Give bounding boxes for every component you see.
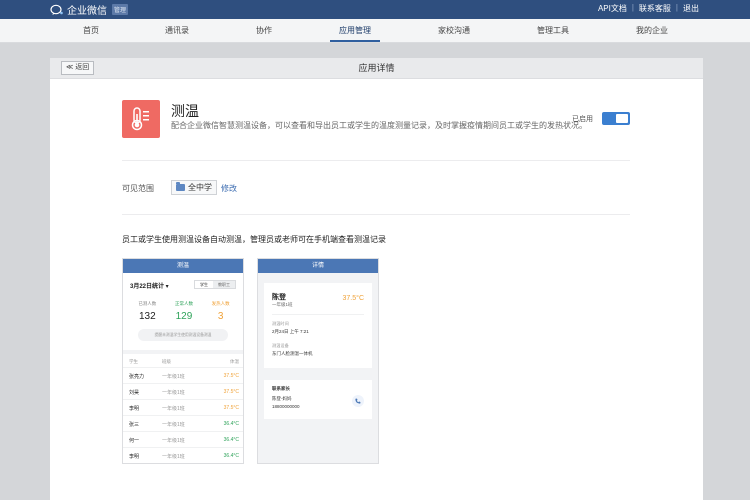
stat-value: 129 [175,311,193,322]
contact-card: 联系家长 陈登-妈妈 18800000000 [264,380,372,419]
enabled-label: 已启用 [572,116,593,123]
divider [272,314,364,315]
student-class: 一年级1班 [162,438,185,444]
column-header: 体温 [230,359,239,364]
logout-link[interactable]: 退出 [678,3,704,14]
edit-scope-link[interactable]: 修改 [221,183,237,194]
stat-fever: 发热人数 3 [202,301,238,322]
student-name: 刘昊 [129,390,140,396]
top-bar: 企业微信 管理 API文档 | 联系客服 | 退出 [0,0,750,19]
app-description: 配合企业微信智慧测温设备，可以查看和导出员工或学生的温度测量记录，及时掌握疫情期… [171,121,587,130]
student-class: 一年级1班 [162,406,185,412]
main-nav: 首页 通讯录 协作 应用管理 家校沟通 管理工具 我的企业 [0,19,750,43]
person-name: 陈登 [272,294,286,301]
preview-list-screen: 测温 3月22日统计 ▾ 学生 教职工 已测人数 132 正常人数 129 发热… [122,258,244,464]
divider [122,214,630,215]
stat-label: 已测人数 [138,301,157,306]
phone-title-bar: 详情 [258,259,378,273]
student-class: 一年级1班 [162,374,185,380]
stat-normal: 正常人数 129 [166,301,202,322]
visible-scope-label: 可见范围 [122,184,154,193]
temperature-value: 37.5°C [342,295,364,302]
top-links: API文档 | 联系客服 | 退出 [593,3,704,14]
scope-chip-label: 全中学 [188,183,212,192]
divider [122,160,630,161]
student-class: 一年级1班 [162,390,185,396]
phone-title-bar: 测温 [123,259,243,273]
logo-text: 企业微信 [67,6,107,17]
nav-app-management[interactable]: 应用管理 [325,19,385,43]
student-class: 一年级1班 [162,454,185,460]
nav-home[interactable]: 首页 [61,19,121,43]
student-name: 李明 [129,454,140,460]
detail-card: 陈登 一年级1班 37.5°C 测温时间 2月24日 上午 7:21 测温设备 … [264,283,372,368]
contact-support-link[interactable]: 联系客服 [634,3,676,14]
segment-control: 学生 教职工 [194,280,236,289]
back-button[interactable]: ≪ 返回 [61,61,95,75]
student-class: 一年级1班 [162,422,185,428]
student-name: 张三 [129,422,140,428]
student-name: 张亮力 [129,374,145,380]
student-temperature: 36.4°C [223,453,239,459]
student-temperature: 36.4°C [223,437,239,443]
stat-label: 正常人数 [174,301,193,306]
folder-icon [176,182,185,191]
stat-measured: 已测人数 132 [129,301,165,322]
column-header: 学生 [129,359,138,364]
date-selector: 3月22日统计 ▾ [130,284,169,290]
nav-contacts[interactable]: 通讯录 [147,19,207,43]
student-name: 何一 [129,438,140,444]
table-header: 学生 班级 体温 [123,357,243,367]
panel-header: 应用详情 ≪ 返回 [50,58,703,79]
section-separator [123,350,243,354]
person-class: 一年级1班 [272,302,293,307]
table-row: 张三 一年级1班 36.4°C [123,415,243,431]
nav-collaboration[interactable]: 协作 [234,19,294,43]
table-row: 李明 一年级1班 36.4°C [123,447,243,463]
preview-detail-screen: 详情 陈登 一年级1班 37.5°C 测温时间 2月24日 上午 7:21 测温… [257,258,379,464]
contact-title: 联系家长 [272,386,290,391]
time-value: 2月24日 上午 7:21 [272,329,309,334]
app-detail-panel: 测温 配合企业微信智慧测温设备，可以查看和导出员工或学生的温度测量记录，及时掌握… [50,79,703,500]
stat-label: 发热人数 [211,301,230,306]
nav-my-enterprise[interactable]: 我的企业 [622,19,682,43]
contact-name: 陈登-妈妈 [272,396,292,401]
device-label: 测温设备 [272,343,289,348]
stats-summary: 已测人数 132 正常人数 129 发热人数 3 [123,301,243,322]
wecom-logo-icon [50,4,64,16]
feature-description: 员工或学生使用测温设备自动测温，管理员或老师可在手机端查看测温记录 [122,235,386,244]
toggle-knob [616,114,628,123]
stat-value: 132 [138,311,156,322]
api-docs-link[interactable]: API文档 [593,3,632,14]
logo[interactable]: 企业微信 管理 [50,2,129,17]
student-name: 李明 [129,406,140,412]
remind-button: 提醒未测温学生使用测温设备测温 [138,329,228,341]
contact-phone: 18800000000 [272,404,300,409]
thermometer-icon [122,100,160,138]
table-row: 张亮力 一年级1班 37.5°C [123,367,243,383]
student-temperature: 37.5°C [223,389,239,395]
student-temperature: 37.5°C [223,405,239,411]
scope-chip: 全中学 [171,180,217,195]
column-header: 班级 [162,359,171,364]
table-row: 刘昊 一年级1班 37.5°C [123,383,243,399]
segment-staff: 教职工 [213,281,235,288]
page-title: 应用详情 [358,63,395,73]
student-temperature: 36.4°C [223,421,239,427]
time-label: 测温时间 [272,321,289,326]
nav-management-tools[interactable]: 管理工具 [523,19,583,43]
student-temperature: 37.5°C [223,373,239,379]
nav-home-school[interactable]: 家校沟通 [424,19,484,43]
table-row: 李明 一年级1班 37.5°C [123,399,243,415]
device-value: 东门人脸测温一体机 [272,351,313,356]
segment-students: 学生 [195,281,213,288]
enable-toggle[interactable] [602,112,630,125]
admin-badge: 管理 [112,4,129,15]
table-row: 何一 一年级1班 36.4°C [123,431,243,447]
stat-value: 3 [217,311,224,322]
app-name: 测温 [171,103,199,119]
phone-icon [352,395,364,407]
